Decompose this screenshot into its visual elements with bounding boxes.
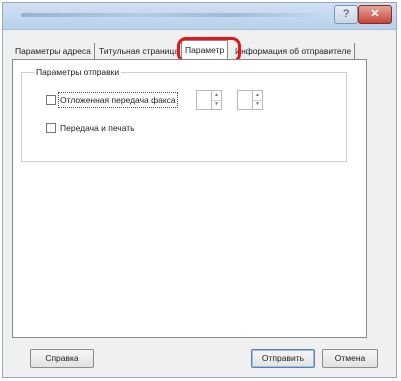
send-params-group — [21, 72, 347, 162]
title-bar[interactable]: ? ✕ — [3, 3, 396, 30]
send-button[interactable]: Отправить — [251, 349, 315, 368]
delayed-fax-label[interactable]: Отложенная передача факса — [58, 92, 178, 108]
send-and-print-checkbox[interactable] — [46, 123, 56, 133]
send-and-print-label[interactable]: Передача и печать — [60, 122, 135, 134]
minute-spinner[interactable]: ▲ ▼ — [237, 90, 263, 110]
cancel-button[interactable]: Отмена — [322, 349, 378, 368]
window-title-blurred — [21, 13, 321, 17]
hour-spinner[interactable]: ▲ ▼ — [196, 90, 222, 110]
spin-down-icon[interactable]: ▼ — [253, 100, 262, 109]
tab-address-params[interactable]: Параметры адреса — [12, 43, 95, 59]
close-icon[interactable]: ✕ — [358, 5, 392, 24]
hour-spinner-buttons[interactable]: ▲ ▼ — [211, 91, 221, 109]
delayed-fax-checkbox[interactable] — [46, 95, 56, 105]
tab-parameter[interactable]: Параметр — [181, 40, 229, 60]
group-title: Параметры отправки — [34, 67, 122, 77]
tab-strip: Параметры адреса Титульная страница Пара… — [12, 40, 371, 60]
help-button[interactable]: Справка — [30, 349, 94, 368]
help-icon[interactable]: ? — [334, 5, 358, 24]
spin-down-icon[interactable]: ▼ — [212, 100, 221, 109]
tab-cover-page[interactable]: Титульная страница — [96, 43, 184, 59]
minute-spinner-buttons[interactable]: ▲ ▼ — [252, 91, 262, 109]
tab-sender-info[interactable]: Информация об отправителе — [232, 43, 356, 59]
